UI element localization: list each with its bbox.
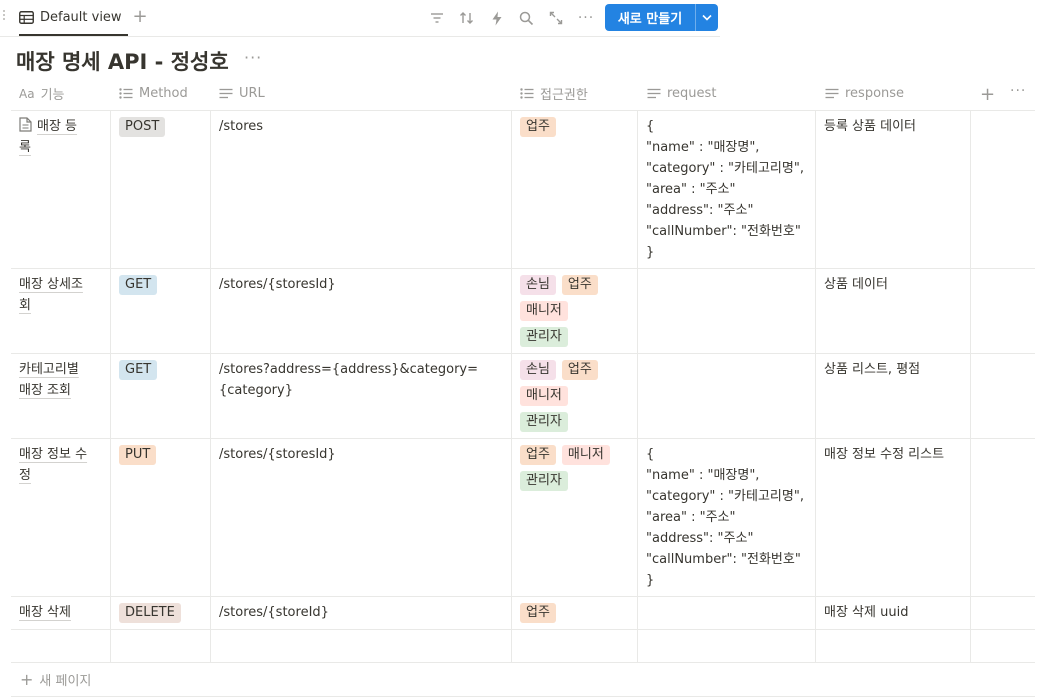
table-icon: [19, 10, 34, 24]
response-cell: 상품 리스트, 평점: [824, 362, 921, 377]
sort-icon[interactable]: [457, 8, 477, 28]
tab-default-view[interactable]: Default view: [19, 0, 128, 36]
table-header: Aa 기능 Method URL 접근권한 request response +…: [11, 77, 1035, 111]
database-toolbar: Default view + ··· 새로 만들기: [0, 0, 720, 37]
lightning-icon[interactable]: [487, 8, 507, 28]
access-cell: 손님 업주 매니저 관리자: [520, 274, 632, 352]
method-badge: GET: [119, 274, 163, 300]
response-cell: 상품 데이터: [824, 277, 888, 292]
column-header-method[interactable]: Method: [119, 77, 188, 110]
access-cell: 업주: [520, 602, 632, 628]
url-cell: /stores?address={address}&category= {cate…: [219, 362, 478, 398]
method-badge: GET: [119, 359, 163, 385]
new-button[interactable]: 새로 만들기: [605, 4, 718, 31]
filter-icon[interactable]: [427, 8, 447, 28]
column-header-access[interactable]: 접근권한: [520, 77, 588, 110]
list-icon: [520, 88, 534, 99]
access-cell: 업주: [520, 116, 632, 142]
search-icon[interactable]: [516, 8, 536, 28]
column-header-request[interactable]: request: [647, 77, 716, 110]
table-row-name[interactable]: 매장 상세조 회: [19, 274, 105, 316]
url-cell: /stores/{storesId}: [219, 277, 336, 292]
request-cell: { "name" : "매장명", "category" : "카테고리명", …: [646, 119, 804, 260]
expand-icon[interactable]: [546, 8, 566, 28]
response-cell: 매장 삭제 uuid: [824, 605, 909, 620]
method-badge: DELETE: [119, 602, 187, 628]
url-cell: /stores: [219, 119, 264, 134]
add-column-button[interactable]: +: [980, 84, 995, 105]
table-row-name[interactable]: 카테고리별 매장 조회: [19, 359, 105, 401]
list-icon: [119, 88, 133, 99]
page-icon: [19, 117, 32, 132]
access-cell: 업주 매니저 관리자: [520, 444, 632, 496]
table-row-name[interactable]: 매장 정보 수정: [19, 444, 105, 486]
method-badge: POST: [119, 116, 171, 142]
view-label: Default view: [40, 9, 122, 25]
new-page-label: 새 페이지: [39, 674, 92, 689]
more-icon[interactable]: ···: [576, 8, 596, 28]
access-cell: 손님 업주 매니저 관리자: [520, 359, 632, 437]
add-view-button[interactable]: +: [131, 8, 149, 26]
title-type-icon: Aa: [19, 86, 35, 101]
chevron-down-icon[interactable]: [696, 11, 718, 24]
page-title[interactable]: 매장 명세 API - 정성호: [16, 46, 229, 76]
column-header-response[interactable]: response: [825, 77, 904, 110]
url-cell: /stores/{storesId}: [219, 447, 336, 462]
column-header-name[interactable]: Aa 기능: [19, 77, 64, 110]
method-badge: PUT: [119, 444, 162, 470]
drag-handle-icon[interactable]: [2, 8, 6, 26]
title-more-icon[interactable]: ···: [244, 48, 262, 67]
new-button-label: 새로 만들기: [617, 12, 683, 27]
table-row-name[interactable]: 매장 등록: [19, 116, 105, 158]
text-icon: [825, 88, 839, 99]
text-icon: [219, 88, 233, 99]
column-more-icon[interactable]: ···: [1010, 83, 1026, 99]
response-cell: 등록 상품 데이터: [824, 119, 916, 134]
table-row-name[interactable]: 매장 삭제: [19, 602, 105, 623]
plus-icon: +: [20, 670, 34, 689]
url-cell: /stores/{storeId}: [219, 605, 329, 620]
response-cell: 매장 정보 수정 리스트: [824, 447, 945, 462]
request-cell: { "name" : "매장명", "category" : "카테고리명", …: [646, 447, 804, 588]
text-icon: [647, 88, 661, 99]
column-header-url[interactable]: URL: [219, 77, 265, 110]
new-page-button[interactable]: + 새 페이지: [20, 670, 91, 689]
